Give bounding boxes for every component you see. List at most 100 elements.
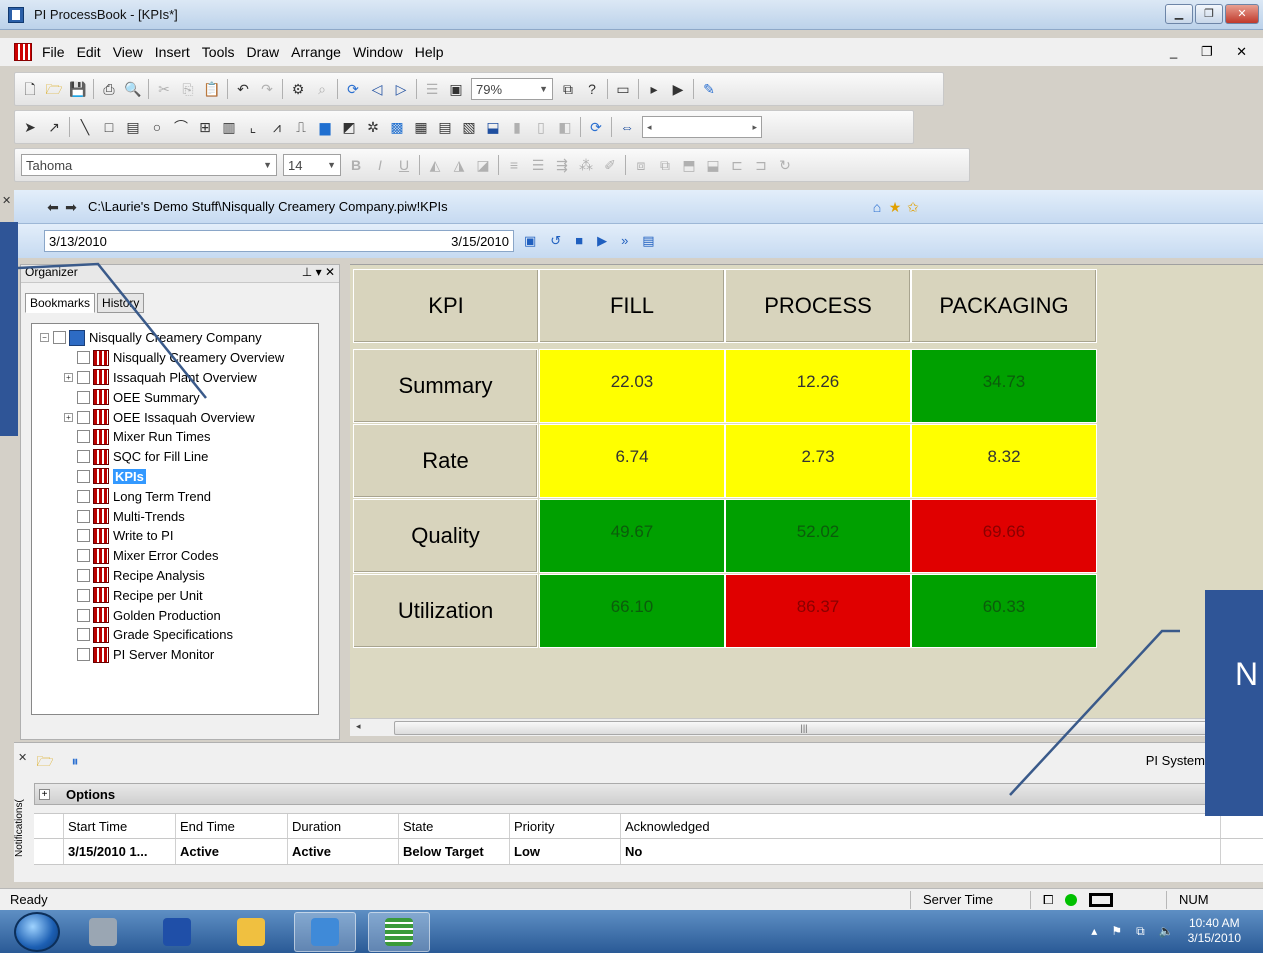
refresh-icon[interactable]: ⟳ — [344, 80, 362, 98]
column-priority[interactable]: Priority — [510, 814, 621, 838]
close-notifications-icon[interactable]: ✕ — [18, 751, 27, 764]
line-color-icon[interactable]: ◮ — [450, 156, 468, 174]
redo-icon[interactable]: ↷ — [258, 80, 276, 98]
document-path[interactable]: C:\Laurie's Demo Stuff\Nisqually Creamer… — [88, 199, 788, 214]
pause-icon[interactable]: ⏸ — [66, 752, 84, 770]
checkbox[interactable] — [77, 648, 90, 662]
list-item[interactable]: SQC for Fill Line — [40, 447, 318, 467]
add-favorite-icon[interactable]: ✩ — [904, 198, 922, 216]
clock[interactable]: 10:40 AM 3/15/2010 — [1188, 916, 1241, 946]
list-item[interactable]: + OEE Issaquah Overview — [40, 407, 318, 427]
column-acknowledged[interactable]: Acknowledged — [621, 814, 1221, 838]
properties-icon[interactable]: ▤ — [642, 233, 654, 249]
font-color-icon[interactable]: ◪ — [474, 156, 492, 174]
pattern-icon[interactable]: ⁂ — [577, 156, 595, 174]
forward-icon[interactable]: ▷ — [392, 80, 410, 98]
favorites-star-icon[interactable]: ★ — [886, 198, 904, 216]
chevron-right-icon[interactable]: ▸ — [752, 122, 757, 133]
ungroup-icon[interactable]: ⧉ — [656, 156, 674, 174]
list-item[interactable]: Grade Specifications — [40, 625, 318, 645]
bring-front-icon[interactable]: ⬒ — [680, 156, 698, 174]
time-range-icon[interactable]: ⇔ — [618, 118, 636, 136]
scroll-left-icon[interactable]: ◂ — [356, 721, 361, 732]
table-icon[interactable]: ▤ — [436, 118, 454, 136]
taskbar-sync[interactable] — [294, 911, 356, 952]
text-box-tool-icon[interactable]: ▤ — [124, 118, 142, 136]
volume-icon[interactable]: 🔈 — [1159, 924, 1174, 938]
list-item[interactable]: Long Term Trend — [40, 486, 318, 506]
bucket-icon[interactable]: ⬓ — [484, 118, 502, 136]
control-icon[interactable]: ▮ — [508, 118, 526, 136]
form-icon[interactable]: ▯ — [532, 118, 550, 136]
list-item[interactable]: KPIs — [40, 467, 318, 487]
checkbox[interactable] — [77, 351, 90, 365]
menu-view[interactable]: View — [107, 44, 149, 60]
play-icon[interactable]: ▶ — [597, 233, 607, 249]
italic-icon[interactable]: I — [371, 156, 389, 174]
back-icon[interactable]: ◁ — [368, 80, 386, 98]
undo-icon[interactable]: ↶ — [234, 80, 252, 98]
refresh-icon[interactable]: ⟳ — [587, 118, 605, 136]
menu-file[interactable]: File — [36, 44, 71, 60]
time-scroll-box[interactable]: ◂ ▸ — [642, 116, 762, 138]
new-file-icon[interactable]: 🗋 — [21, 80, 39, 98]
tools-icon[interactable]: ✲ — [364, 118, 382, 136]
tree-root[interactable]: − Nisqually Creamery Company — [40, 328, 318, 348]
list-item[interactable]: + Issaquah Plant Overview — [40, 368, 318, 388]
close-button[interactable]: ✕ — [1225, 4, 1259, 24]
checkbox[interactable] — [77, 549, 90, 563]
menu-edit[interactable]: Edit — [71, 44, 107, 60]
underline-icon[interactable]: U — [395, 156, 413, 174]
checkbox[interactable] — [77, 588, 90, 602]
rotate-icon[interactable]: ↻ — [776, 156, 794, 174]
list-item[interactable]: Recipe per Unit — [40, 585, 318, 605]
value-tool-icon[interactable]: ⊞ — [196, 118, 214, 136]
stop-icon[interactable]: ■ — [575, 233, 583, 249]
fast-forward-icon[interactable]: » — [621, 233, 628, 249]
expand-icon[interactable]: + — [64, 412, 73, 422]
list-item[interactable]: PI Server Monitor — [40, 645, 318, 665]
tab-bookmarks[interactable]: Bookmarks — [25, 293, 96, 313]
cut-icon[interactable]: ✂ — [155, 80, 173, 98]
menu-window[interactable]: Window — [347, 44, 409, 60]
column-state[interactable]: State — [399, 814, 510, 838]
column-duration[interactable]: Duration — [288, 814, 399, 838]
checkbox[interactable] — [77, 410, 90, 424]
font-size-select[interactable]: 14 ▼ — [283, 154, 341, 176]
checkbox[interactable] — [77, 509, 90, 523]
layout-icon[interactable]: ☰ — [423, 80, 441, 98]
line-weight-icon[interactable]: ☰ — [529, 156, 547, 174]
arc-tool-icon[interactable]: ⌒ — [172, 118, 190, 136]
checkbox[interactable] — [77, 450, 90, 464]
line-style-icon[interactable]: ≡ — [505, 156, 523, 174]
full-screen-icon[interactable]: ▭ — [614, 80, 632, 98]
tab-history[interactable]: History — [97, 293, 145, 313]
checkbox[interactable] — [77, 529, 90, 543]
new-window-icon[interactable]: ⧉ — [559, 80, 577, 98]
chart-icon[interactable]: ▆ — [316, 118, 334, 136]
rectangle-tool-icon[interactable]: □ — [100, 118, 118, 136]
list-item[interactable]: Golden Production — [40, 605, 318, 625]
sqc-icon[interactable]: ▧ — [460, 118, 478, 136]
image-icon[interactable]: ▣ — [447, 80, 465, 98]
list-item[interactable]: Nisqually Creamery Overview — [40, 348, 318, 368]
list-item[interactable]: Mixer Run Times — [40, 427, 318, 447]
play-icon[interactable]: ▶ — [669, 80, 687, 98]
menu-tools[interactable]: Tools — [196, 44, 241, 60]
step-forward-icon[interactable]: ▣ — [524, 233, 536, 249]
scroll-thumb[interactable]: ||| — [394, 721, 1214, 735]
column-start-time[interactable]: Start Time — [64, 814, 176, 838]
menu-insert[interactable]: Insert — [149, 44, 196, 60]
save-icon[interactable]: 💾 — [69, 80, 87, 98]
format-painter-icon[interactable]: ✐ — [601, 156, 619, 174]
edit-mode-icon[interactable]: ✎ — [700, 80, 718, 98]
taskbar-explorer[interactable] — [220, 912, 282, 952]
start-button[interactable] — [14, 911, 60, 952]
list-item[interactable]: Write to PI — [40, 526, 318, 546]
expand-icon[interactable]: + — [39, 788, 50, 800]
checkbox[interactable] — [77, 370, 90, 384]
ellipse-tool-icon[interactable]: ○ — [148, 118, 166, 136]
list-item[interactable]: Mixer Error Codes — [40, 546, 318, 566]
list-item[interactable]: Recipe Analysis — [40, 566, 318, 586]
trend-tool-icon[interactable]: ⩘ — [268, 118, 286, 136]
